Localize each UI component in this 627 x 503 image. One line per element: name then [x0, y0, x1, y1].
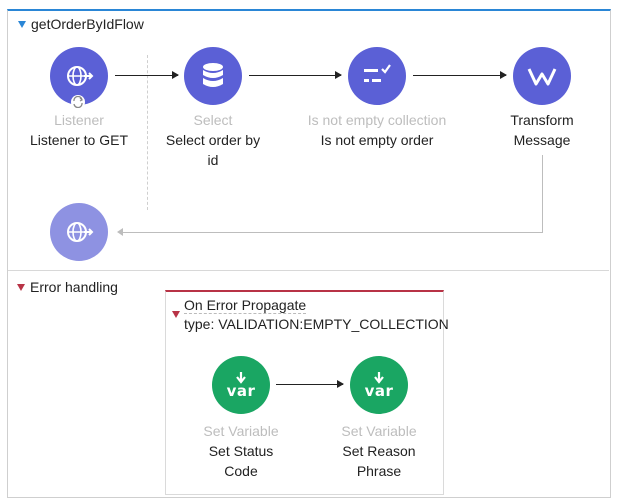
flow-name: getOrderByIdFlow [31, 16, 144, 32]
response-node[interactable] [50, 203, 108, 261]
var-icon: var [365, 371, 394, 399]
validation-node[interactable] [348, 47, 406, 105]
set-variable-node[interactable]: var [212, 356, 270, 414]
error-handling-label: Error handling [30, 279, 118, 295]
set-status-type: Set Variable [203, 423, 279, 439]
set-status-name-line2: Code [224, 463, 258, 479]
connector-arrow [249, 71, 342, 79]
scope-title: On Error Propagate [184, 297, 307, 314]
set-status-name-line1: Set Status [208, 443, 274, 459]
validation-type: Is not empty collection [307, 112, 447, 128]
set-variable-node[interactable]: var [350, 356, 408, 414]
globe-arrow-icon [67, 66, 94, 86]
sync-icon [71, 95, 85, 109]
return-path-vertical [542, 155, 543, 232]
connector-arrow [413, 71, 507, 79]
section-divider [8, 270, 609, 271]
transform-name-line2: Message [513, 132, 571, 148]
set-reason-label: Set Variable Set Reason Phrase [314, 421, 444, 481]
select-name-line1: Select order by [165, 132, 261, 148]
validation-name: Is not empty order [320, 132, 434, 148]
transform-name-line1: Transform [510, 112, 574, 128]
collapse-triangle-icon[interactable] [17, 283, 25, 291]
transform-node[interactable] [513, 47, 571, 105]
var-icon: var [227, 371, 256, 399]
collapse-triangle-icon[interactable] [172, 311, 180, 318]
listener-type: Listener [54, 112, 104, 128]
collapse-triangle-icon[interactable] [18, 20, 26, 28]
scope-error-type: type: VALIDATION:EMPTY_COLLECTION [184, 316, 449, 332]
validation-icon [364, 64, 391, 82]
select-label: Select Select order by id [148, 110, 278, 170]
connector-arrow [115, 71, 179, 79]
select-type: Select [193, 112, 233, 128]
set-reason-name-line2: Phrase [356, 463, 402, 479]
validation-label: Is not empty collection Is not empty ord… [292, 110, 462, 150]
listener-name: Listener to GET [29, 132, 129, 148]
select-node[interactable] [184, 47, 242, 105]
database-icon [203, 63, 223, 87]
transform-icon [527, 68, 557, 86]
listener-label: Listener Listener to GET [14, 110, 144, 150]
connector-arrow [276, 380, 344, 388]
return-arrowhead [117, 228, 123, 236]
select-name-line2: id [207, 152, 219, 168]
flow-header[interactable]: getOrderByIdFlow [18, 16, 144, 32]
set-reason-name-line1: Set Reason [342, 443, 416, 459]
error-handling-header[interactable]: Error handling [17, 279, 118, 295]
set-reason-type: Set Variable [341, 423, 417, 439]
return-path-horizontal [120, 232, 543, 233]
transform-label: Transform Message [477, 110, 607, 150]
globe-arrow-icon [67, 222, 94, 242]
set-status-label: Set Variable Set Status Code [176, 421, 306, 481]
